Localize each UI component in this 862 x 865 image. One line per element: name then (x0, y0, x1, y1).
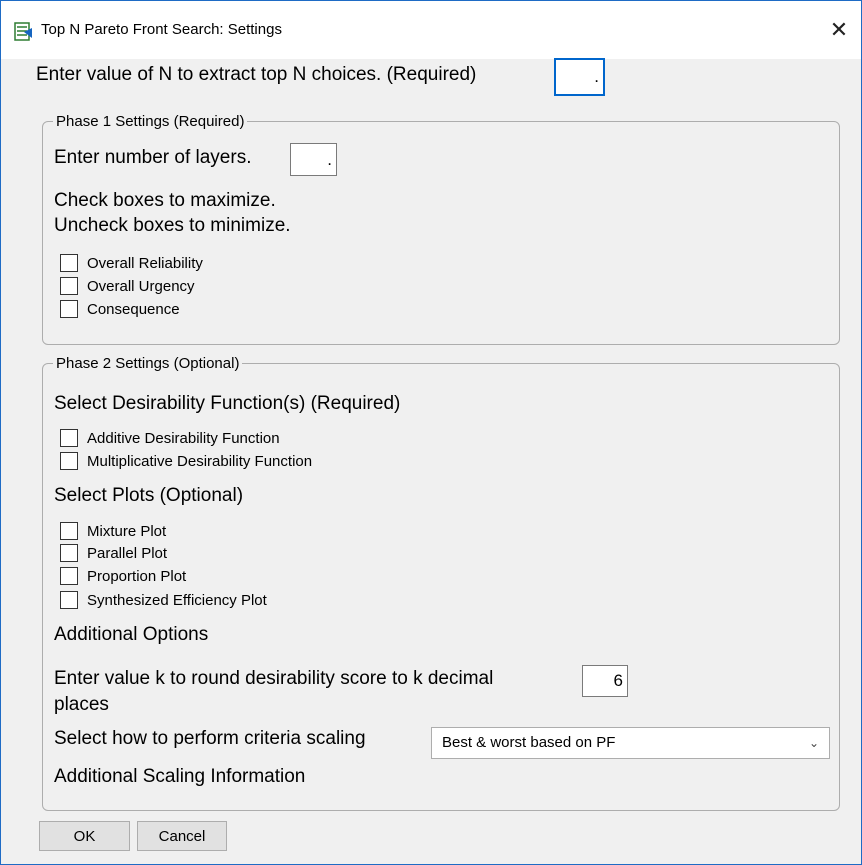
checkbox-label: Overall Urgency (87, 277, 195, 295)
n-input-value: . (594, 67, 599, 86)
round-prompt: Enter value k to round desirability scor… (54, 668, 494, 689)
checkbox-label: Multiplicative Desirability Function (87, 452, 313, 470)
plots-heading: Select Plots (Optional) (54, 485, 244, 506)
criterion-consequence[interactable]: Consequence (60, 299, 180, 319)
app-icon (14, 22, 32, 41)
checkbox[interactable] (60, 591, 78, 609)
checkbox-label: Overall Reliability (87, 254, 203, 272)
chevron-down-icon: ⌄ (808, 736, 819, 750)
layers-input[interactable]: . (290, 143, 337, 176)
checkbox-label: Proportion Plot (87, 567, 187, 585)
checkbox[interactable] (60, 522, 78, 540)
parallel-plot-option[interactable]: Parallel Plot (60, 543, 167, 563)
maximize-instruction: Check boxes to maximize. (54, 190, 276, 211)
checkbox-label: Consequence (87, 300, 180, 318)
window-title: Top N Pareto Front Search: Settings (41, 21, 282, 38)
round-k-value: 6 (613, 671, 623, 690)
n-prompt: Enter value of N to extract top N choice… (36, 64, 477, 85)
scaling-info-link[interactable]: Additional Scaling Information (54, 766, 305, 788)
layers-prompt: Enter number of layers. (54, 147, 252, 168)
additive-desirability-option[interactable]: Additive Desirability Function (60, 428, 280, 448)
checkbox[interactable] (60, 254, 78, 272)
checkbox[interactable] (60, 544, 78, 562)
synthesized-efficiency-plot-option[interactable]: Synthesized Efficiency Plot (60, 590, 267, 610)
ok-button[interactable]: OK (39, 821, 130, 851)
checkbox[interactable] (60, 300, 78, 318)
checkbox-label: Mixture Plot (87, 522, 167, 540)
round-k-input[interactable]: 6 (582, 665, 628, 697)
round-prompt-continued: places (54, 694, 109, 715)
close-button[interactable]: ✕ (823, 15, 855, 45)
mixture-plot-option[interactable]: Mixture Plot (60, 521, 166, 541)
desirability-heading: Select Desirability Function(s) (Require… (54, 393, 401, 414)
scaling-select[interactable]: Best & worst based on PF ⌄ (431, 727, 830, 759)
checkbox[interactable] (60, 567, 78, 585)
checkbox[interactable] (60, 429, 78, 447)
n-input[interactable]: . (554, 58, 605, 96)
checkbox[interactable] (60, 452, 78, 470)
layers-input-value: . (327, 150, 332, 169)
cancel-button[interactable]: Cancel (137, 821, 227, 851)
settings-dialog: Top N Pareto Front Search: Settings ✕ En… (0, 0, 862, 865)
close-icon: ✕ (829, 17, 849, 42)
additional-options-heading: Additional Options (54, 624, 209, 645)
checkbox-label: Synthesized Efficiency Plot (87, 591, 267, 609)
phase2-legend: Phase 2 Settings (Optional) (56, 355, 240, 372)
criterion-overall-urgency[interactable]: Overall Urgency (60, 276, 195, 296)
criterion-overall-reliability[interactable]: Overall Reliability (60, 253, 203, 273)
checkbox-label: Additive Desirability Function (87, 429, 280, 447)
checkbox-label: Parallel Plot (87, 544, 168, 562)
checkbox[interactable] (60, 277, 78, 295)
scaling-selected-value: Best & worst based on PF (442, 734, 616, 751)
multiplicative-desirability-option[interactable]: Multiplicative Desirability Function (60, 451, 312, 471)
minimize-instruction: Uncheck boxes to minimize. (54, 215, 291, 236)
title-bar: Top N Pareto Front Search: Settings ✕ (1, 1, 861, 59)
scaling-prompt: Select how to perform criteria scaling (54, 728, 366, 749)
phase1-legend: Phase 1 Settings (Required) (56, 113, 245, 130)
proportion-plot-option[interactable]: Proportion Plot (60, 566, 186, 586)
